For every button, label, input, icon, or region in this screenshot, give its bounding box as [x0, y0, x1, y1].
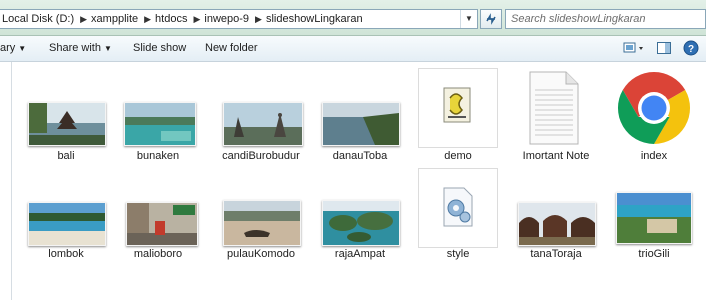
file-name: tanaToraja	[530, 248, 582, 260]
file-name: style	[446, 248, 470, 260]
breadcrumb-local-disk[interactable]: Local Disk (D:)	[0, 13, 78, 25]
file-item-bali[interactable]: bali	[22, 62, 110, 172]
file-name: lombok	[48, 248, 84, 260]
file-name: rajaAmpat	[334, 248, 386, 260]
refresh-button[interactable]	[480, 9, 502, 29]
help-icon: ?	[683, 40, 699, 56]
views-icon	[623, 42, 643, 53]
refresh-icon	[486, 13, 496, 25]
breadcrumb-inwepo-9[interactable]: inwepo-9	[202, 13, 253, 25]
file-item-style[interactable]: style	[414, 160, 502, 270]
navigation-pane[interactable]	[0, 62, 12, 300]
preview-pane-button[interactable]	[656, 40, 672, 56]
image-thumbnail	[28, 202, 106, 246]
chevron-right-icon[interactable]: ▶	[142, 14, 153, 25]
library-button[interactable]: ary ▼	[0, 36, 26, 61]
image-thumbnail	[28, 102, 106, 146]
stylesheet-file-icon	[443, 187, 473, 227]
share-with-button[interactable]: Share with ▼	[49, 36, 112, 61]
file-item-candiburobudur[interactable]: candiBurobudur	[217, 62, 305, 172]
file-item-lombok[interactable]: lombok	[22, 160, 110, 270]
text-document-icon	[529, 71, 579, 145]
search-placeholder: Search slideshowLingkaran	[511, 13, 646, 25]
file-item-pulaukomodo[interactable]: pulauKomodo	[217, 160, 305, 270]
chevron-down-icon[interactable]: ▼	[460, 10, 477, 28]
image-thumbnail	[124, 102, 196, 146]
file-name: trioGili	[638, 248, 670, 260]
image-thumbnail	[322, 102, 400, 146]
chevron-right-icon[interactable]: ▶	[78, 14, 89, 25]
file-item-malioboro[interactable]: malioboro	[114, 160, 202, 270]
chrome-icon	[617, 71, 691, 145]
image-thumbnail	[616, 192, 692, 244]
breadcrumb-htdocs[interactable]: htdocs	[153, 13, 191, 25]
breadcrumb-xampplite[interactable]: xampplite	[89, 13, 142, 25]
address-bar[interactable]: Local Disk (D:) ▶ xampplite ▶ htdocs ▶ i…	[0, 9, 478, 29]
chevron-right-icon[interactable]: ▶	[191, 14, 202, 25]
chevron-down-icon: ▼	[18, 44, 27, 53]
file-name: malioboro	[133, 248, 183, 260]
image-thumbnail	[518, 202, 596, 246]
svg-text:?: ?	[688, 44, 694, 55]
file-item-danautoba[interactable]: danauToba	[316, 62, 404, 172]
file-item-tanatoraja[interactable]: tanaToraja	[512, 160, 600, 270]
address-bar-area: Local Disk (D:) ▶ xampplite ▶ htdocs ▶ i…	[0, 0, 706, 36]
chevron-down-icon: ▼	[103, 44, 112, 53]
file-item-index[interactable]: index	[610, 62, 698, 172]
slide-show-button[interactable]: Slide show	[133, 36, 186, 61]
command-bar: ary ▼ Share with ▼ Slide show New folder ?	[0, 36, 706, 62]
search-input[interactable]: Search slideshowLingkaran	[505, 9, 706, 29]
breadcrumb-slideshowlingkaran[interactable]: slideshowLingkaran	[264, 13, 367, 25]
image-thumbnail	[223, 200, 301, 246]
views-button[interactable]	[622, 40, 648, 56]
image-thumbnail	[126, 202, 198, 246]
file-item-imortant-note[interactable]: Imortant Note	[512, 62, 600, 172]
file-item-demo[interactable]: demo	[414, 62, 502, 172]
new-folder-button[interactable]: New folder	[205, 36, 258, 61]
library-label: ary	[0, 42, 16, 54]
help-button[interactable]: ?	[683, 40, 699, 56]
file-name: pulauKomodo	[227, 248, 295, 260]
file-item-rajaampat[interactable]: rajaAmpat	[316, 160, 404, 270]
share-with-label: Share with	[49, 42, 101, 54]
html-document-icon	[443, 87, 471, 123]
preview-pane-icon	[657, 42, 671, 54]
image-thumbnail	[322, 200, 400, 246]
image-thumbnail	[223, 102, 303, 146]
file-item-bunaken[interactable]: bunaken	[114, 62, 202, 172]
file-item-triogili[interactable]: trioGili	[610, 160, 698, 270]
chevron-right-icon[interactable]: ▶	[253, 14, 264, 25]
